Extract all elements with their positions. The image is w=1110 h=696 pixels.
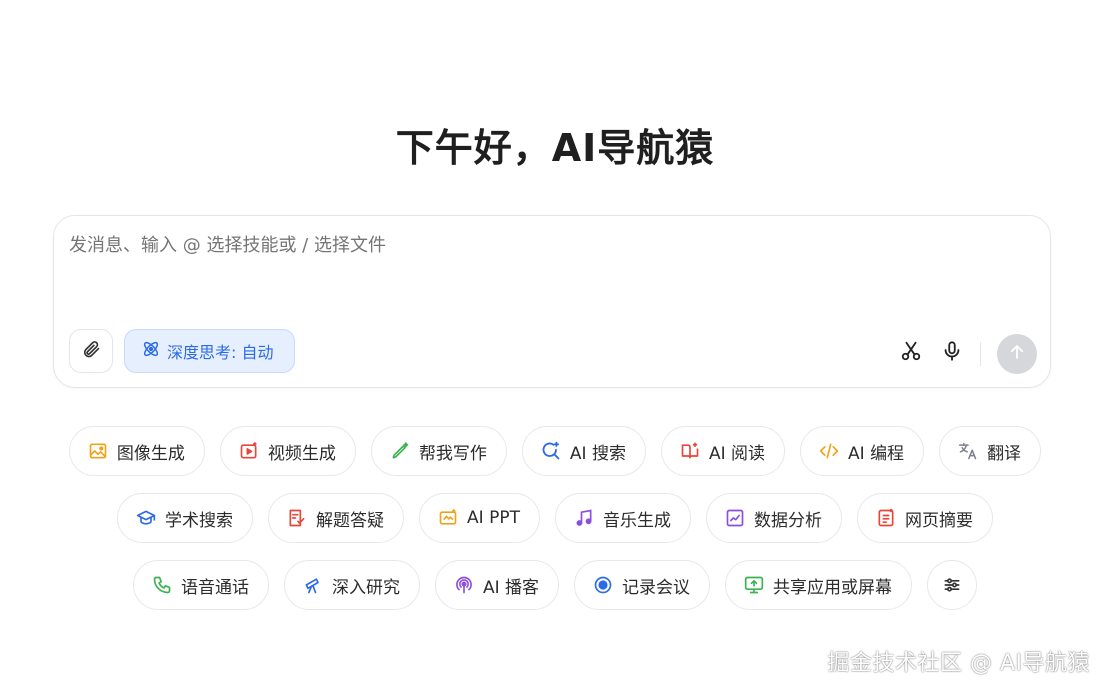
skill-label: 记录会议 bbox=[622, 577, 691, 598]
search-icon bbox=[541, 441, 561, 461]
skill-label: AI 阅读 bbox=[708, 443, 766, 464]
skill-label: 共享应用或屏幕 bbox=[773, 577, 893, 598]
skill-label: 帮我写作 bbox=[418, 443, 487, 464]
skill-row-2: 学术搜索 解题答疑 AI PPT 音乐生成 数据分析 网页摘要 bbox=[0, 493, 1110, 543]
skill-label: 解题答疑 bbox=[316, 510, 385, 531]
skill-label: 网页摘要 bbox=[904, 510, 973, 531]
skill-chip-problem-solving[interactable]: 解题答疑 bbox=[268, 493, 405, 543]
watermark: 掘金技术社区 @ AI导航猿 bbox=[827, 651, 1090, 676]
skill-chip-video-generation[interactable]: 视频生成 bbox=[219, 426, 356, 476]
skill-label: 语音通话 bbox=[180, 577, 249, 598]
scissors-button[interactable] bbox=[899, 341, 923, 365]
telescope-icon bbox=[303, 575, 323, 595]
skill-label: 数据分析 bbox=[753, 510, 822, 531]
quiz-icon bbox=[287, 508, 307, 528]
skill-row-1: 图像生成 视频生成 帮我写作 AI 搜索 AI 阅读 AI 编程 翻译 bbox=[0, 426, 1110, 476]
phone-icon bbox=[152, 575, 172, 595]
voice-input-button[interactable] bbox=[940, 341, 964, 365]
skill-chip-data-analysis[interactable]: 数据分析 bbox=[705, 493, 842, 543]
slides-icon bbox=[438, 508, 458, 528]
screen-share-icon bbox=[744, 575, 764, 595]
skill-chip-ai-search[interactable]: AI 搜索 bbox=[521, 426, 646, 476]
graduation-cap-icon bbox=[136, 508, 156, 528]
skill-chip-ai-ppt[interactable]: AI PPT bbox=[419, 493, 540, 543]
skill-chip-ai-podcast[interactable]: AI 播客 bbox=[434, 560, 560, 610]
skill-chip-voice-call[interactable]: 语音通话 bbox=[132, 560, 269, 610]
arrow-up-icon bbox=[1008, 343, 1026, 365]
deep-think-button[interactable]: 深度思考: 自动 bbox=[124, 329, 295, 373]
skill-label: 视频生成 bbox=[267, 443, 336, 464]
skill-label: 图像生成 bbox=[116, 443, 185, 464]
webpage-icon bbox=[876, 508, 896, 528]
more-skills-button[interactable] bbox=[927, 560, 978, 610]
book-icon bbox=[680, 441, 700, 461]
skill-chip-writing[interactable]: 帮我写作 bbox=[370, 426, 507, 476]
atom-icon bbox=[141, 339, 161, 363]
skill-label: AI PPT bbox=[467, 508, 520, 528]
skill-label: AI 编程 bbox=[848, 443, 905, 464]
sliders-icon bbox=[942, 575, 962, 595]
skill-chip-deep-research[interactable]: 深入研究 bbox=[283, 560, 420, 610]
code-icon bbox=[819, 441, 839, 461]
skill-label: 音乐生成 bbox=[602, 510, 671, 531]
skill-chip-image-generation[interactable]: 图像生成 bbox=[68, 426, 205, 476]
skill-label: AI 搜索 bbox=[569, 443, 626, 464]
microphone-icon bbox=[941, 340, 963, 366]
send-button[interactable] bbox=[997, 334, 1037, 374]
skill-label: 深入研究 bbox=[331, 577, 400, 598]
skill-chip-webpage-summary[interactable]: 网页摘要 bbox=[856, 493, 993, 543]
skill-label: 翻译 bbox=[987, 443, 1022, 464]
video-icon bbox=[239, 441, 259, 461]
toolbar-divider bbox=[980, 342, 981, 366]
skill-label: 学术搜索 bbox=[165, 510, 234, 531]
skill-chip-translate[interactable]: 翻译 bbox=[939, 426, 1042, 476]
skill-chip-ai-coding[interactable]: AI 编程 bbox=[800, 426, 925, 476]
message-input[interactable] bbox=[69, 235, 969, 256]
skill-chip-ai-reading[interactable]: AI 阅读 bbox=[660, 426, 786, 476]
pen-icon bbox=[390, 441, 410, 461]
skill-chip-academic-search[interactable]: 学术搜索 bbox=[117, 493, 254, 543]
scissors-icon bbox=[900, 340, 922, 366]
translate-icon bbox=[958, 441, 978, 461]
podcast-icon bbox=[454, 575, 474, 595]
chart-icon bbox=[725, 508, 745, 528]
record-icon bbox=[593, 575, 613, 595]
skill-chip-music-generation[interactable]: 音乐生成 bbox=[554, 493, 691, 543]
music-icon bbox=[574, 508, 594, 528]
message-composer[interactable]: 深度思考: 自动 bbox=[53, 215, 1051, 388]
image-icon bbox=[88, 441, 108, 461]
skill-chip-record-meeting[interactable]: 记录会议 bbox=[574, 560, 711, 610]
skill-chip-screen-share[interactable]: 共享应用或屏幕 bbox=[725, 560, 913, 610]
skill-row-3: 语音通话 深入研究 AI 播客 记录会议 共享应用或屏幕 bbox=[0, 560, 1110, 610]
attach-button[interactable] bbox=[69, 329, 113, 373]
deep-think-label: 深度思考: 自动 bbox=[167, 343, 274, 362]
paperclip-icon bbox=[81, 339, 101, 363]
skill-label: AI 播客 bbox=[482, 577, 540, 598]
greeting-title: 下午好，AI导航猿 bbox=[395, 126, 715, 170]
